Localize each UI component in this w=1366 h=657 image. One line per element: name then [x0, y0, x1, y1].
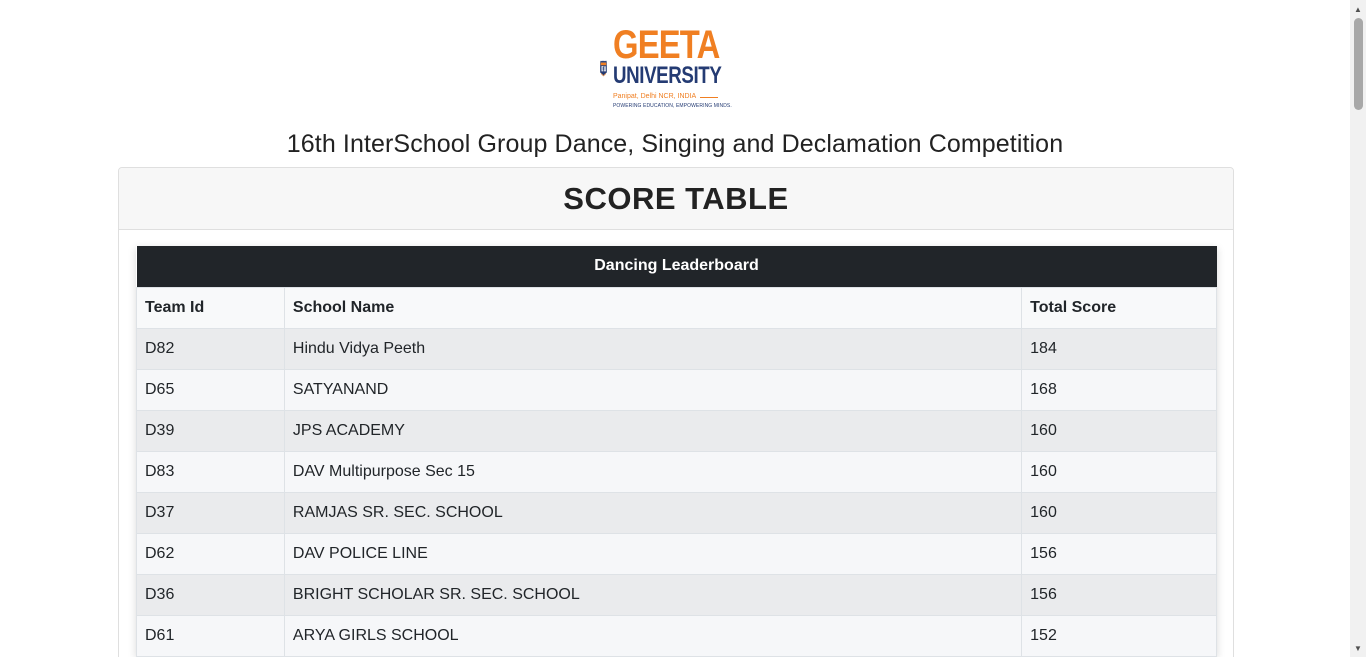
team-id-cell: D62 — [136, 532, 285, 575]
page: GEETA UNIVERSITY Panipat, Delhi NCR, IND… — [0, 0, 1366, 657]
school-name-cell: DAV Multipurpose Sec 15 — [283, 450, 1023, 493]
logo-divider — [700, 96, 719, 98]
leaderboard-table-wrapper: Dancing Leaderboard Team Id School Name … — [136, 246, 1217, 657]
vertical-scrollbar[interactable]: ▲ ▼ — [1350, 0, 1366, 657]
school-name-cell: ARYA GIRLS SCHOOL — [283, 614, 1023, 657]
shield-emblem-icon — [600, 60, 607, 77]
total-score-cell: 184 — [1021, 327, 1217, 370]
team-id-cell: D83 — [136, 450, 285, 493]
team-id-cell: D39 — [136, 409, 285, 452]
card-header: SCORE TABLE — [119, 168, 1233, 230]
table-row: D82 Hindu Vidya Peeth 184 — [136, 327, 1217, 370]
team-id-cell: D65 — [136, 368, 285, 411]
school-name-cell: BRIGHT SCHOLAR SR. SEC. SCHOOL — [283, 573, 1023, 616]
leaderboard-table: Dancing Leaderboard Team Id School Name … — [136, 246, 1217, 657]
total-score-cell: 152 — [1021, 614, 1217, 657]
table-row: D36 BRIGHT SCHOLAR SR. SEC. SCHOOL 156 — [136, 573, 1217, 616]
score-card: SCORE TABLE Dancing Leaderboard Team Id … — [118, 167, 1234, 657]
team-id-cell: D82 — [136, 327, 285, 370]
table-row: D83 DAV Multipurpose Sec 15 160 — [136, 450, 1217, 493]
logo-location-text: Panipat, Delhi NCR, INDIA — [612, 93, 697, 100]
team-id-cell: D37 — [136, 491, 285, 534]
table-row: D39 JPS ACADEMY 160 — [136, 409, 1217, 452]
team-id-cell: D36 — [136, 573, 285, 616]
logo-name-line2: UNIVERSITY — [612, 62, 722, 89]
school-name-cell: Hindu Vidya Peeth — [283, 327, 1023, 370]
team-id-cell: D61 — [136, 614, 285, 657]
logo-location: Panipat, Delhi NCR, INDIA — [613, 92, 752, 102]
school-name-cell: JPS ACADEMY — [283, 409, 1023, 452]
table-row: D37 RAMJAS SR. SEC. SCHOOL 160 — [136, 491, 1217, 534]
total-score-cell: 160 — [1021, 409, 1217, 452]
total-score-cell: 156 — [1021, 573, 1217, 616]
scrollbar-thumb[interactable] — [1354, 18, 1363, 110]
column-header-school-name: School Name — [283, 286, 1023, 328]
school-name-cell: SATYANAND — [283, 368, 1023, 411]
school-name-cell: DAV POLICE LINE — [283, 532, 1023, 575]
card-title: SCORE TABLE — [563, 180, 789, 216]
university-logo: GEETA UNIVERSITY Panipat, Delhi NCR, IND… — [600, 22, 752, 115]
table-row: D61 ARYA GIRLS SCHOOL 152 — [136, 614, 1217, 657]
total-score-cell: 156 — [1021, 532, 1217, 575]
table-header-row: Team Id School Name Total Score — [136, 286, 1217, 328]
event-title: 16th InterSchool Group Dance, Singing an… — [286, 130, 1064, 158]
triangle-up-icon[interactable]: ▲ — [1350, 2, 1366, 16]
total-score-cell: 160 — [1021, 450, 1217, 493]
logo-name-line1: GEETA — [612, 23, 720, 67]
column-header-total-score: Total Score — [1021, 286, 1217, 328]
logo-tagline: POWERING EDUCATION, EMPOWERING MINDS. — [612, 103, 732, 109]
table-row: D65 SATYANAND 168 — [136, 368, 1217, 411]
triangle-down-icon[interactable]: ▼ — [1350, 641, 1366, 655]
school-name-cell: RAMJAS SR. SEC. SCHOOL — [283, 491, 1023, 534]
table-row: D62 DAV POLICE LINE 156 — [136, 532, 1217, 575]
leaderboard-caption: Dancing Leaderboard — [136, 246, 1217, 287]
total-score-cell: 168 — [1021, 368, 1217, 411]
table-caption-row: Dancing Leaderboard — [136, 246, 1217, 287]
column-header-team-id: Team Id — [136, 286, 285, 328]
total-score-cell: 160 — [1021, 491, 1217, 534]
